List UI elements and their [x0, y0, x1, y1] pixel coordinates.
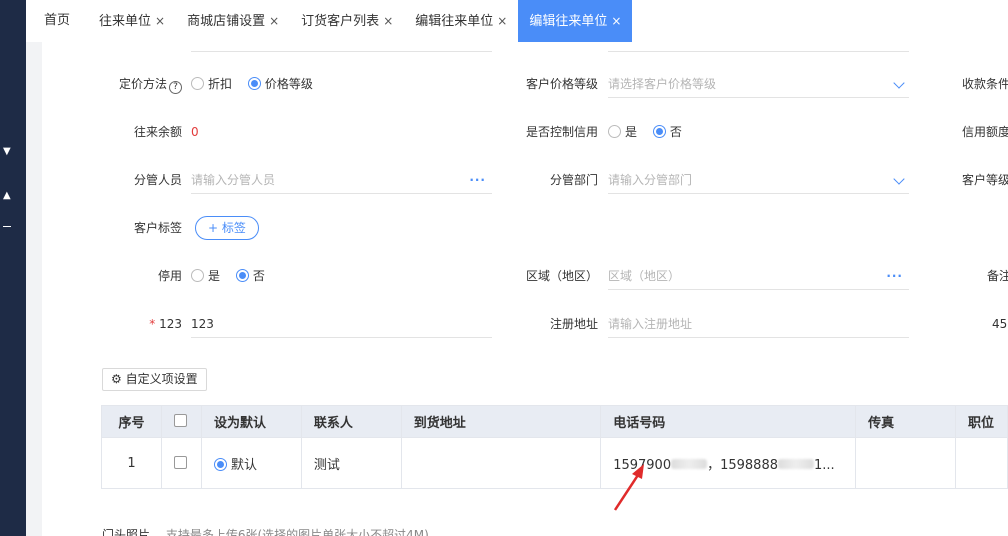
manager-label: 分管人员 [133, 173, 182, 187]
customer-tag-label: 客户标签 [133, 221, 182, 235]
contacts-table: 序号 设为默认 联系人 到货地址 电话号码 传真 职位 1 默认 测试 1597… [101, 405, 1008, 489]
hidden-field-left[interactable] [191, 42, 492, 52]
add-tag-button[interactable]: + 标签 [195, 216, 259, 240]
col-select-all[interactable] [160, 405, 202, 438]
balance-label: 往来余额 [133, 125, 182, 139]
region-input[interactable]: 区域（地区） ··· [608, 262, 909, 290]
close-icon[interactable]: × [383, 14, 393, 28]
chevron-down-icon [893, 173, 905, 185]
col-default: 设为默认 [200, 405, 302, 438]
disabled-label: 停用 [157, 269, 182, 283]
region-label: 区域（地区） [525, 269, 598, 283]
customer-price-level-select[interactable]: 请选择客户价格等级 [608, 70, 909, 98]
radio-disabled-yes[interactable]: 是 [191, 269, 220, 283]
credit-amount-label: 信用额度 [962, 125, 1008, 139]
left-sidebar: ▼ ▲ [0, 0, 26, 536]
close-icon[interactable]: × [269, 14, 279, 28]
row-custom-123: * 123 123 注册地址 请输入注册地址 45 [42, 310, 1008, 338]
col-fax: 传真 [855, 405, 956, 438]
balance-value: 0 [191, 125, 199, 139]
close-icon[interactable]: × [497, 14, 507, 28]
select-all-checkbox[interactable] [173, 414, 187, 427]
pricing-method-label: 定价方法? [42, 70, 182, 98]
tab-shop-settings[interactable]: 商城店铺设置 × [176, 0, 290, 42]
close-icon[interactable]: × [611, 14, 621, 28]
row-checkbox[interactable] [173, 455, 187, 469]
tab-edit-partner-2[interactable]: 编辑往来单位 × [518, 0, 633, 42]
more-icon[interactable]: ··· [886, 262, 903, 290]
radio-disabled-no[interactable]: 否 [235, 269, 265, 283]
col-phone: 电话号码 [600, 405, 857, 438]
tab-label: 往来单位 [99, 14, 152, 29]
custom-settings-button[interactable]: ⚙ 自定义项设置 [102, 368, 207, 391]
row-position[interactable] [954, 437, 1008, 489]
credit-control-radios: 是 否 [608, 118, 694, 146]
tab-bar: 首页 往来单位 × 商城店铺设置 × 订货客户列表 × 编辑往来单位 × 编辑往来单位 × [26, 0, 1008, 42]
tab-label: 商城店铺设置 [187, 14, 266, 29]
custom-123-label: * 123 [149, 317, 182, 331]
department-select[interactable]: 请输入分管部门 [608, 166, 909, 194]
help-icon[interactable]: ? [169, 81, 182, 94]
sidebar-divider [3, 226, 11, 227]
customer-price-level-label: 客户价格等级 [525, 77, 598, 91]
row-manager: 分管人员 请输入分管人员 ··· 分管部门 请输入分管部门 客户等级 [42, 166, 1008, 194]
reg-address-input[interactable]: 请输入注册地址 [608, 310, 909, 338]
photo-label: 门头照片 [102, 528, 151, 536]
credit-control-label: 是否控制信用 [525, 125, 598, 139]
table-row[interactable]: 1 默认 测试 1597900 ，1598888 1... [101, 437, 1008, 489]
chevron-down-icon [893, 77, 905, 89]
tab-order-customers[interactable]: 订货客户列表 × [290, 0, 404, 42]
row-contact[interactable]: 测试 [300, 437, 402, 489]
row-index: 1 [101, 437, 162, 489]
tab-label: 编辑往来单位 [529, 14, 608, 29]
radio-discount[interactable]: 折扣 [191, 77, 232, 91]
tab-label: 编辑往来单位 [415, 14, 494, 29]
col-address: 到货地址 [400, 405, 602, 438]
row-fax[interactable] [855, 437, 956, 489]
table-header-row: 序号 设为默认 联系人 到货地址 电话号码 传真 职位 [101, 405, 1008, 438]
tab-label: 首页 [44, 13, 71, 28]
custom-settings-label: 自定义项设置 [125, 372, 198, 386]
radio-credit-yes[interactable]: 是 [608, 125, 637, 139]
row-default[interactable]: 默认 [200, 437, 302, 489]
tab-edit-partner-1[interactable]: 编辑往来单位 × [404, 0, 518, 42]
photo-hint: 支持最多上传6张(选择的图片单张大小不超过4M) [165, 528, 429, 536]
radio-price-level[interactable]: 价格等级 [247, 77, 313, 91]
reg-address-label: 注册地址 [549, 317, 598, 331]
customer-level-label: 客户等级 [962, 173, 1008, 187]
col-contact: 联系人 [300, 405, 402, 438]
row-pricing: 定价方法? 折扣 价格等级 客户价格等级 请选择客户价格等级 收款条件 [42, 70, 1008, 98]
custom-123-input[interactable]: 123 [191, 310, 492, 338]
gear-icon: ⚙ [111, 372, 122, 386]
partial-value: 45 [992, 317, 1008, 331]
collapse-down-icon[interactable]: ▼ [3, 146, 11, 157]
tab-partner-units[interactable]: 往来单位 × [88, 0, 176, 42]
col-position: 职位 [954, 405, 1008, 438]
radio-credit-no[interactable]: 否 [652, 125, 682, 139]
row-disabled: 停用 是 否 区域（地区） 区域（地区） ··· 备注 [42, 262, 1008, 290]
row-tags: 客户标签 [42, 214, 1008, 242]
content-gutter [26, 0, 42, 536]
row-address[interactable] [400, 437, 602, 489]
col-index: 序号 [101, 405, 162, 438]
payment-terms-label: 收款条件 [962, 77, 1008, 91]
collapse-up-icon[interactable]: ▲ [3, 190, 11, 201]
close-icon[interactable]: × [155, 14, 165, 28]
row-phone[interactable]: 1597900 ，1598888 1... [600, 437, 857, 489]
remark-label: 备注 [987, 269, 1008, 283]
hidden-field-right[interactable] [608, 42, 909, 52]
department-label: 分管部门 [549, 173, 598, 187]
disabled-radios: 是 否 [191, 262, 277, 290]
tab-label: 订货客户列表 [301, 14, 380, 29]
photo-row: 门头照片 支持最多上传6张(选择的图片单张大小不超过4M) [102, 526, 429, 536]
tab-home[interactable]: 首页 [26, 0, 88, 42]
row-select[interactable] [160, 437, 202, 489]
row-balance: 往来余额 0 是否控制信用 是 否 信用额度 [42, 118, 1008, 146]
pricing-method-radios: 折扣 价格等级 [191, 70, 325, 98]
edit-partner-form: 定价方法? 折扣 价格等级 客户价格等级 请选择客户价格等级 收款条件 往来余额… [42, 42, 1008, 536]
manager-input[interactable]: 请输入分管人员 ··· [191, 166, 492, 194]
